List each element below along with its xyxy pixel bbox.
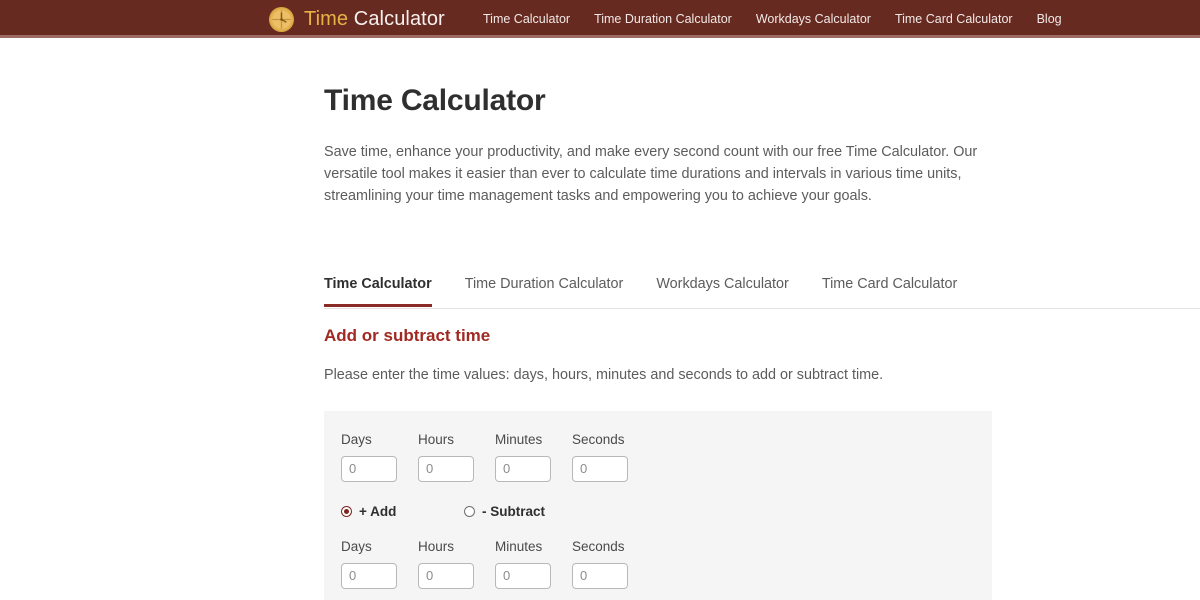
field-days-second: Days <box>341 540 418 589</box>
label-minutes-first: Minutes <box>495 432 543 448</box>
calculator-tabs: Time Calculator Time Duration Calculator… <box>324 270 1200 309</box>
radio-subtract-label: - Subtract <box>482 503 546 519</box>
field-seconds-second: Seconds <box>572 540 649 589</box>
input-minutes-second[interactable] <box>495 562 551 589</box>
nav-item-workdays-calculator[interactable]: Workdays Calculator <box>744 13 883 26</box>
label-minutes-second: Minutes <box>495 539 543 555</box>
radio-add-label: + Add <box>359 503 397 519</box>
brand-word-calculator: Calculator <box>353 8 445 30</box>
page-intro-block: Time Calculator Save time, enhance your … <box>324 38 992 207</box>
input-seconds-second[interactable] <box>572 562 628 589</box>
label-hours-first: Hours <box>418 432 455 448</box>
label-hours-second: Hours <box>418 539 455 555</box>
form-action-buttons: Calculate Clear <box>341 589 992 600</box>
calculator-section: Add or subtract time Please enter the ti… <box>324 309 992 600</box>
tab-time-duration-calculator[interactable]: Time Duration Calculator <box>465 270 624 306</box>
nav-item-time-calculator[interactable]: Time Calculator <box>483 13 582 26</box>
label-seconds-first: Seconds <box>572 432 625 448</box>
nav-item-blog[interactable]: Blog <box>1025 13 1062 26</box>
tab-workdays-calculator[interactable]: Workdays Calculator <box>656 270 789 306</box>
top-navigation-bar: Time Calculator Time Calculator Time Dur… <box>0 0 1200 38</box>
field-days-first: Days <box>341 433 418 482</box>
nav-item-time-card-calculator[interactable]: Time Card Calculator <box>883 13 1025 26</box>
input-minutes-first[interactable] <box>495 455 551 482</box>
calculator-form-panel: Days Hours Minutes Seconds <box>324 411 992 600</box>
radio-option-subtract[interactable]: - Subtract <box>464 505 545 519</box>
brand-logo-link[interactable]: Time Calculator <box>268 0 445 38</box>
radio-add-icon[interactable] <box>341 506 352 517</box>
brand-word-time: Time <box>304 8 349 30</box>
nav-item-time-duration-calculator[interactable]: Time Duration Calculator <box>582 13 744 26</box>
section-description: Please enter the time values: days, hour… <box>324 367 884 384</box>
operation-radio-group: + Add - Subtract <box>341 482 992 541</box>
tab-time-calculator[interactable]: Time Calculator <box>324 270 432 307</box>
label-days-first: Days <box>341 432 372 448</box>
field-minutes-first: Minutes <box>495 433 572 482</box>
input-hours-first[interactable] <box>418 455 474 482</box>
radio-subtract-icon[interactable] <box>464 506 475 517</box>
page-intro-text: Save time, enhance your productivity, an… <box>324 144 978 204</box>
field-hours-second: Hours <box>418 540 495 589</box>
radio-option-add[interactable]: + Add <box>341 505 464 519</box>
page-body: Time Calculator Save time, enhance your … <box>0 38 1200 600</box>
tab-time-card-calculator[interactable]: Time Card Calculator <box>822 270 957 306</box>
time-input-row-first: Days Hours Minutes Seconds <box>341 433 992 482</box>
label-days-second: Days <box>341 539 372 555</box>
primary-nav: Time Calculator Time Duration Calculator… <box>483 0 1062 38</box>
field-seconds-first: Seconds <box>572 433 649 482</box>
label-seconds-second: Seconds <box>572 539 625 555</box>
clock-logo-icon <box>268 6 295 32</box>
field-minutes-second: Minutes <box>495 540 572 589</box>
input-days-first[interactable] <box>341 455 397 482</box>
brand-wordmark: Time Calculator <box>304 9 445 29</box>
page-title: Time Calculator <box>324 84 546 117</box>
input-hours-second[interactable] <box>418 562 474 589</box>
time-input-row-second: Days Hours Minutes Seconds <box>341 540 992 589</box>
section-title: Add or subtract time <box>324 326 491 345</box>
input-days-second[interactable] <box>341 562 397 589</box>
input-seconds-first[interactable] <box>572 455 628 482</box>
field-hours-first: Hours <box>418 433 495 482</box>
